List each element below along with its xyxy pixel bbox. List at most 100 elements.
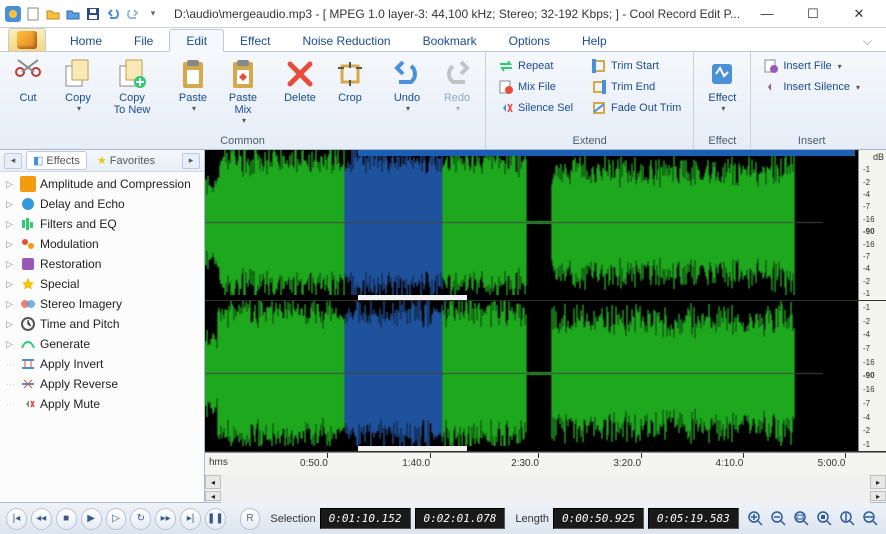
ribbon-collapse-icon[interactable]: ⌵ [857,32,878,51]
paste-mix-button[interactable]: Paste Mix▾ [219,54,267,129]
transport-start-button[interactable]: |◂ [6,508,27,530]
copy-button[interactable]: Copy▾ [54,54,102,117]
list-item[interactable]: ▷Restoration [0,254,204,274]
length-total: 0:05:19.583 [648,508,739,529]
redo-button[interactable]: Redo▾ [433,54,481,117]
list-item[interactable]: ⋯Apply Mute [0,394,204,414]
copy-to-new-button[interactable]: Copy To New [104,54,160,120]
timeline[interactable]: hms 0:50.0 1:40.0 2:30.0 3:20.0 4:10.0 5… [205,452,886,474]
open2-icon[interactable] [64,5,82,23]
trim-start-button[interactable]: Trim Start [585,56,687,76]
list-item[interactable]: ▷Modulation [0,234,204,254]
group-common: Cut Copy▾ Copy To New Paste▾ Paste Mix▾ … [0,52,486,149]
paste-button[interactable]: Paste▾ [169,54,217,117]
transport-play-button[interactable]: ▶ [81,508,102,530]
zoom-fit-icon[interactable] [793,509,812,529]
list-item[interactable]: ▷Stereo Imagery [0,294,204,314]
undo-icon[interactable] [104,5,122,23]
tab-help[interactable]: Help [566,30,623,51]
app-menu-button[interactable] [8,28,46,51]
list-item[interactable]: ▷Filters and EQ [0,214,204,234]
selection-marker-top[interactable] [358,150,855,156]
undo-button[interactable]: Undo▾ [383,54,431,117]
waveform-channel-right[interactable]: -1-2-4-7-16 -90 -16-7-4-2-1 [205,301,886,452]
tab-file[interactable]: File [118,30,169,51]
mix-file-button[interactable]: Mix File [492,77,579,97]
qat-dropdown-icon[interactable]: ▾ [144,5,162,23]
transport-ff-button[interactable]: ▸▸ [155,508,176,530]
zoom-sel-icon[interactable] [815,509,834,529]
app-icon[interactable] [4,5,22,23]
delete-button[interactable]: Delete [276,54,324,108]
maximize-button[interactable]: ☐ [790,0,836,28]
cut-button[interactable]: Cut [4,54,52,108]
transport-record-button[interactable]: R [240,508,261,530]
trim-end-button[interactable]: Trim End [585,77,687,97]
sidebar-nav-next[interactable]: ▸ [182,153,200,169]
crop-button[interactable]: Crop [326,54,374,108]
effect-button[interactable]: Effect▾ [698,54,746,117]
transport-loop-button[interactable]: ↻ [130,508,151,530]
fade-out-trim-button[interactable]: Fade Out Trim [585,98,687,118]
group-common-label: Common [4,133,481,149]
horizontal-scrollbar[interactable]: ◂ ▸ [205,474,886,490]
main-area: ◂ ◧Effects ★Favorites ▸ ▷Amplitude and C… [0,150,886,502]
scroll-right-button[interactable]: ▸ [870,475,886,489]
zoom-v-in-icon[interactable] [838,509,857,529]
save-icon[interactable] [84,5,102,23]
insert-silence-button[interactable]: Insert Silence▾ [757,77,866,97]
effects-sidebar: ◂ ◧Effects ★Favorites ▸ ▷Amplitude and C… [0,150,205,502]
scroll-left-button[interactable]: ◂ [205,491,221,501]
list-item[interactable]: ▷Special [0,274,204,294]
selection-start-time: 0:01:10.152 [320,508,411,529]
titlebar: ▾ D:\audio\mergeaudio.mp3 - [ MPEG 1.0 l… [0,0,886,28]
transport-pause-button[interactable]: ❚❚ [205,508,226,530]
list-item[interactable]: ⋯Apply Reverse [0,374,204,394]
transport-play-sel-button[interactable]: ▷ [106,508,127,530]
close-button[interactable]: ✕ [836,0,882,28]
tab-edit[interactable]: Edit [169,29,224,52]
transport-rewind-button[interactable]: ◂◂ [31,508,52,530]
scroll-right-button[interactable]: ▸ [870,491,886,501]
insert-file-button[interactable]: Insert File▾ [757,56,866,76]
tab-home[interactable]: Home [54,30,118,51]
quick-access-toolbar: ▾ [4,5,162,23]
horizontal-scrollbar-2[interactable]: ◂ ▸ [205,490,886,502]
redo-icon[interactable] [124,5,142,23]
repeat-button[interactable]: Repeat [492,56,579,76]
selection-end-time: 0:02:01.078 [415,508,506,529]
list-item[interactable]: ▷Time and Pitch [0,314,204,334]
new-icon[interactable] [24,5,42,23]
tab-noise-reduction[interactable]: Noise Reduction [287,30,407,51]
minimize-button[interactable]: — [744,0,790,28]
transport-stop-button[interactable]: ■ [56,508,77,530]
window-controls: — ☐ ✕ [744,0,882,28]
zoom-v-out-icon[interactable] [861,509,880,529]
timeline-unit: hms [209,457,228,468]
open-icon[interactable] [44,5,62,23]
transport-end-button[interactable]: ▸| [180,508,201,530]
statusbar: |◂ ◂◂ ■ ▶ ▷ ↻ ▸▸ ▸| ❚❚ R Selection 0:01:… [0,502,886,534]
waveform-channel-left[interactable]: dB -1-2-4-7-16 -90 -16-7-4-2-1 [205,150,886,301]
selection-label: Selection [270,513,315,525]
list-item[interactable]: ⋯Apply Invert [0,354,204,374]
length-label: Length [515,513,549,525]
sidebar-tabs: ◂ ◧Effects ★Favorites ▸ [0,150,204,172]
tab-effect[interactable]: Effect [224,30,286,51]
list-item[interactable]: ▷Generate [0,334,204,354]
sidebar-nav-prev[interactable]: ◂ [4,153,22,169]
zoom-in-icon[interactable] [747,509,766,529]
silence-sel-button[interactable]: Silence Sel [492,98,579,118]
ribbon: Cut Copy▾ Copy To New Paste▾ Paste Mix▾ … [0,52,886,150]
zoom-out-icon[interactable] [770,509,789,529]
sidebar-tab-favorites[interactable]: ★Favorites [91,152,161,169]
tab-options[interactable]: Options [493,30,566,51]
tab-bookmark[interactable]: Bookmark [407,30,493,51]
list-item[interactable]: ▷Delay and Echo [0,194,204,214]
group-effect-label: Effect [698,133,746,149]
list-item[interactable]: ▷Amplitude and Compression [0,174,204,194]
sidebar-tab-effects[interactable]: ◧Effects [26,151,87,170]
scroll-left-button[interactable]: ◂ [205,475,221,489]
db-scale-right: -1-2-4-7-16 -90 -16-7-4-2-1 [858,301,886,451]
group-effect: Effect▾ Effect [694,52,751,149]
